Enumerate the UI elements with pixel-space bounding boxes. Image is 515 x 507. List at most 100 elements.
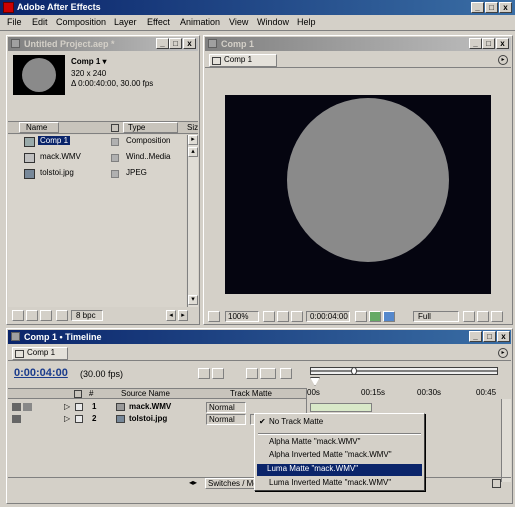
- menu-animation[interactable]: Animation: [180, 17, 220, 27]
- column-source-name[interactable]: Source Name: [121, 389, 170, 398]
- menu-item-luma-inverted-matte[interactable]: Luma Inverted Matte "mack.WMV": [257, 478, 422, 490]
- project-scrollbar[interactable]: ▸ ▴ ▾: [187, 135, 198, 307]
- zoom-slider[interactable]: [311, 370, 497, 372]
- comp-timecode[interactable]: 0:00:04:00: [306, 311, 350, 322]
- layer-duration-bar[interactable]: [310, 403, 372, 412]
- tab-comp-1[interactable]: Comp 1: [209, 54, 277, 67]
- column-name[interactable]: Name: [19, 122, 59, 133]
- close-button[interactable]: x: [499, 2, 512, 13]
- video-eye-icon[interactable]: [12, 403, 21, 411]
- project-window-icon: [11, 39, 20, 48]
- layer-row[interactable]: ▷ 1 mack.WMV Normal: [8, 402, 306, 413]
- camera-icon[interactable]: [355, 311, 367, 322]
- menu-composition[interactable]: Composition: [56, 17, 106, 27]
- snapshot-icon[interactable]: [291, 311, 303, 322]
- scroll-right-arrow[interactable]: ▸: [188, 135, 198, 145]
- list-item[interactable]: tolstoi.jpg JPEG: [8, 168, 186, 181]
- switches-modes-toggle[interactable]: Switches / Modes: [205, 478, 260, 489]
- expand-triangle-icon[interactable]: ▷: [64, 414, 70, 423]
- project-minimize-button[interactable]: _: [156, 38, 169, 49]
- project-close-button[interactable]: x: [183, 38, 196, 49]
- new-comp-icon[interactable]: [40, 310, 52, 321]
- channel-icon[interactable]: [369, 311, 381, 322]
- work-area-bar[interactable]: [310, 367, 498, 375]
- tab-timeline-comp-1[interactable]: Comp 1: [12, 347, 68, 360]
- timeline-menu-arrow-icon[interactable]: ▸: [498, 348, 508, 358]
- safe-zones-icon[interactable]: [263, 311, 275, 322]
- timeline-right-scrollbar[interactable]: [501, 399, 511, 482]
- zoom-slider-thumb[interactable]: [351, 367, 357, 375]
- shy-layers-icon[interactable]: [212, 368, 224, 379]
- layer-name[interactable]: mack.WMV: [129, 402, 171, 411]
- comp-minimize-button[interactable]: _: [469, 38, 482, 49]
- zoom-dropdown[interactable]: 100%: [225, 311, 259, 322]
- menu-item-alpha-inverted-matte[interactable]: Alpha Inverted Matte "mack.WMV": [257, 450, 422, 462]
- list-item[interactable]: mack.WMV Wind..Media: [8, 152, 186, 165]
- bpc-indicator[interactable]: 8 bpc: [71, 310, 103, 321]
- menu-effect[interactable]: Effect: [147, 17, 170, 27]
- menu-help[interactable]: Help: [297, 17, 316, 27]
- label-swatch[interactable]: [75, 415, 83, 423]
- label-swatch[interactable]: [75, 403, 83, 411]
- ruler-tick-label: 00s: [307, 388, 320, 397]
- column-type[interactable]: Type: [123, 122, 178, 133]
- comp-title-bar: Comp 1 _ □ x: [205, 37, 511, 51]
- timeline-close-button[interactable]: x: [497, 331, 510, 342]
- comp-close-button[interactable]: x: [496, 38, 509, 49]
- time-ruler[interactable]: 00s 00:15s 00:30s 00:45: [307, 387, 507, 398]
- new-folder-icon[interactable]: [26, 310, 38, 321]
- mode-dropdown[interactable]: Normal: [206, 414, 246, 425]
- menu-item-luma-matte[interactable]: Luma Matte "mack.WMV": [257, 464, 422, 476]
- interpret-footage-icon[interactable]: [12, 310, 24, 321]
- timeline-fps: (30.00 fps): [80, 369, 124, 379]
- column-number[interactable]: #: [89, 389, 93, 398]
- comp-name-label[interactable]: Comp 1 ▾: [71, 57, 107, 66]
- maximize-button[interactable]: □: [485, 2, 498, 13]
- tab-menu-arrow-icon[interactable]: ▸: [498, 55, 508, 65]
- frame-blending-icon[interactable]: [246, 368, 258, 379]
- draft-3d-icon[interactable]: [280, 368, 292, 379]
- view-options-icon[interactable]: [208, 311, 220, 322]
- layer-name[interactable]: tolstoi.jpg: [129, 414, 167, 423]
- comp-marker-icon[interactable]: [198, 368, 210, 379]
- mode-dropdown[interactable]: Normal: [206, 402, 246, 413]
- color-channel-icon[interactable]: [383, 311, 395, 322]
- comp-viewer[interactable]: [225, 95, 491, 294]
- minimize-button[interactable]: _: [471, 2, 484, 13]
- timeline-maximize-button[interactable]: □: [483, 331, 496, 342]
- video-eye-icon[interactable]: [12, 415, 21, 423]
- resolution-dropdown[interactable]: Full: [413, 311, 459, 322]
- scroll-up-arrow[interactable]: ▴: [188, 147, 198, 157]
- motion-blur-icon[interactable]: [260, 368, 276, 379]
- region-of-interest-icon[interactable]: [463, 311, 475, 322]
- list-item[interactable]: Comp 1 Composition: [8, 136, 186, 149]
- timeline-zoom-out-icon[interactable]: [492, 479, 501, 488]
- menu-layer[interactable]: Layer: [114, 17, 137, 27]
- menu-file[interactable]: File: [7, 17, 22, 27]
- ruler-tick-label: 00:15s: [361, 388, 386, 397]
- menu-item-alpha-matte[interactable]: Alpha Matte "mack.WMV": [257, 437, 422, 449]
- trash-icon[interactable]: [56, 310, 68, 321]
- footer-arrow-icon[interactable]: ◂▸: [189, 478, 197, 487]
- timeline-minimize-button[interactable]: _: [469, 331, 482, 342]
- menu-item-no-track-matte[interactable]: ✔ No Track Matte: [257, 416, 422, 429]
- comp-maximize-button[interactable]: □: [482, 38, 495, 49]
- mask-icon[interactable]: [277, 311, 289, 322]
- audio-icon[interactable]: [23, 403, 32, 411]
- current-time-indicator[interactable]: [310, 377, 320, 386]
- timeline-timecode[interactable]: 0:00:04:00: [14, 367, 68, 379]
- menu-window[interactable]: Window: [257, 17, 289, 27]
- project-maximize-button[interactable]: □: [169, 38, 182, 49]
- column-size[interactable]: Size: [187, 123, 198, 132]
- item-type: JPEG: [126, 168, 147, 177]
- expand-triangle-icon[interactable]: ▷: [64, 402, 70, 411]
- menu-edit[interactable]: Edit: [32, 17, 48, 27]
- scroll-right-arrow[interactable]: ▸: [178, 310, 188, 321]
- pixel-aspect-icon[interactable]: [491, 311, 503, 322]
- menu-view[interactable]: View: [229, 17, 248, 27]
- comp-duration-label: Δ 0:00:40:00, 30.00 fps: [71, 79, 154, 88]
- column-track-matte[interactable]: Track Matte: [230, 389, 272, 398]
- scroll-left-arrow[interactable]: ◂: [166, 310, 176, 321]
- transparency-grid-icon[interactable]: [477, 311, 489, 322]
- scroll-down-arrow[interactable]: ▾: [188, 295, 198, 305]
